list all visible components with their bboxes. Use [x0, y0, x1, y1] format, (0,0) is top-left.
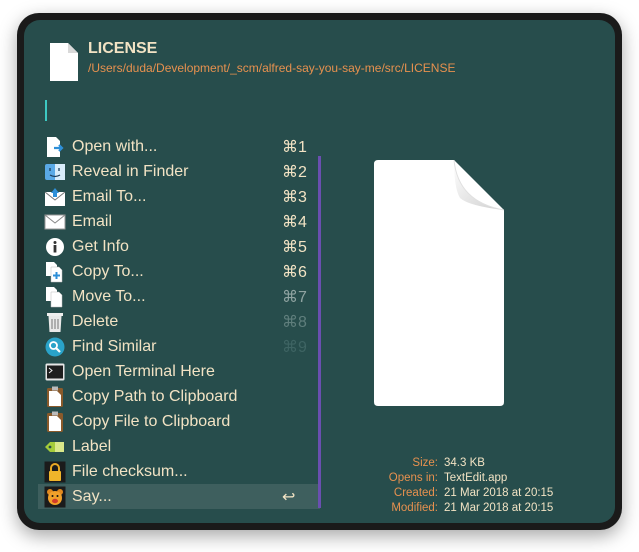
meta-key: Opens in:: [388, 472, 438, 484]
action-shortcut: ⌘3: [282, 188, 307, 206]
action-email[interactable]: Email ⌘4: [38, 209, 320, 234]
alfred-window: LICENSE /Users/duda/Development/_scm/alf…: [17, 13, 622, 530]
action-label: Email: [72, 212, 113, 230]
email-to-icon: [44, 186, 66, 208]
action-label-text: Label: [72, 437, 112, 455]
action-copy-file[interactable]: Copy File to Clipboard: [38, 409, 320, 434]
move-to-icon: [44, 286, 66, 308]
action-shortcut: ⌘9: [282, 338, 307, 356]
meta-size-row: Size: 34.3 KB: [354, 456, 553, 471]
meta-created-row: Created: 21 Mar 2018 at 20:15: [354, 486, 553, 501]
magnifier-icon: [44, 336, 66, 358]
lock-icon: [44, 461, 66, 483]
action-label: Copy File to Clipboard: [72, 412, 231, 430]
file-metadata: Size: 34.3 KB Opens in: TextEdit.app Cre…: [354, 456, 554, 516]
action-label: Get Info: [72, 237, 129, 255]
meta-key: Created:: [393, 487, 438, 499]
action-label: Reveal in Finder: [72, 162, 189, 180]
action-label: Delete: [72, 312, 119, 330]
info-icon: [44, 236, 66, 258]
action-shortcut: ⌘6: [282, 263, 307, 281]
trash-icon: [44, 311, 66, 333]
action-shortcut: ⌘1: [282, 138, 307, 156]
action-label: Open with...: [72, 137, 158, 155]
envelope-icon: [44, 211, 66, 233]
action-shortcut: ⌘5: [282, 238, 307, 256]
meta-key: Size:: [412, 457, 438, 469]
document-icon: [50, 43, 78, 81]
say-bear-icon: [44, 486, 66, 508]
open-with-icon: [44, 136, 66, 158]
terminal-icon: [44, 361, 66, 383]
action-reveal-in-finder[interactable]: Reveal in Finder ⌘2: [38, 159, 320, 184]
search-input-caret[interactable]: [45, 100, 47, 121]
action-list: Open with... ⌘1 Reveal in Finder ⌘2 Emai…: [38, 134, 320, 509]
label-tag-icon: [44, 436, 66, 458]
meta-key: Modified:: [391, 502, 438, 514]
action-shortcut: ⌘2: [282, 163, 307, 181]
document-preview-icon: [374, 160, 504, 406]
action-get-info[interactable]: Get Info ⌘5: [38, 234, 320, 259]
action-label: Move To...: [72, 287, 146, 305]
action-label: Find Similar: [72, 337, 157, 355]
action-label: File checksum...: [72, 462, 188, 480]
file-path: /Users/duda/Development/_scm/alfred-say-…: [88, 61, 456, 75]
action-label: Email To...: [72, 187, 147, 205]
action-move-to[interactable]: Move To... ⌘7: [38, 284, 320, 309]
action-file-checksum[interactable]: File checksum...: [38, 459, 320, 484]
clipboard-file-icon: [44, 411, 66, 433]
action-shortcut: ⌘8: [282, 313, 307, 331]
action-find-similar[interactable]: Find Similar ⌘9: [38, 334, 320, 359]
meta-value: 21 Mar 2018 at 20:15: [444, 502, 554, 514]
meta-opens-row: Opens in: TextEdit.app: [354, 471, 553, 486]
action-delete[interactable]: Delete ⌘8: [38, 309, 320, 334]
action-email-to[interactable]: Email To... ⌘3: [38, 184, 320, 209]
action-copy-to[interactable]: Copy To... ⌘6: [38, 259, 320, 284]
action-label[interactable]: Label: [38, 434, 320, 459]
clipboard-path-icon: [44, 386, 66, 408]
file-actions-panel: LICENSE /Users/duda/Development/_scm/alf…: [24, 20, 615, 523]
action-shortcut: ⌘7: [282, 288, 307, 306]
action-open-terminal[interactable]: Open Terminal Here: [38, 359, 320, 384]
action-say[interactable]: Say... ↩: [38, 484, 320, 509]
meta-value: TextEdit.app: [444, 472, 508, 484]
action-label: Copy To...: [72, 262, 144, 280]
action-label: Open Terminal Here: [72, 362, 215, 380]
file-title: LICENSE: [88, 40, 158, 57]
meta-value: 34.3 KB: [444, 457, 485, 469]
action-label: Copy Path to Clipboard: [72, 387, 238, 405]
finder-icon: [44, 161, 66, 183]
copy-to-icon: [44, 261, 66, 283]
meta-value: 21 Mar 2018 at 20:15: [444, 487, 554, 499]
meta-modified-row: Modified: 21 Mar 2018 at 20:15: [354, 501, 553, 516]
action-label: Say...: [72, 487, 112, 505]
action-copy-path[interactable]: Copy Path to Clipboard: [38, 384, 320, 409]
list-scrollbar[interactable]: [318, 156, 321, 508]
return-key-indicator: ↩: [282, 488, 296, 506]
action-open-with[interactable]: Open with... ⌘1: [38, 134, 320, 159]
action-shortcut: ⌘4: [282, 213, 307, 231]
